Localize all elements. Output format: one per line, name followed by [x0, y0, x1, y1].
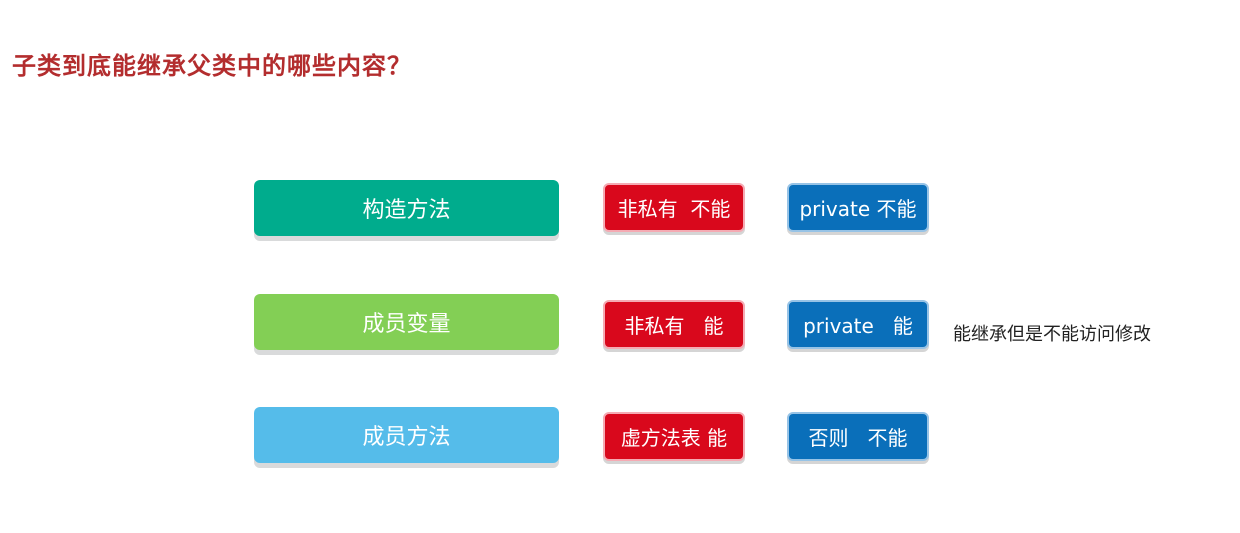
otherwise-method-label: 否则 不能 [787, 412, 929, 461]
private-variable-label: private 能 [787, 300, 929, 349]
private-constructor-label: private 不能 [787, 183, 929, 232]
private-variable-note: 能继承但是不能访问修改 [953, 324, 1151, 345]
non-private-variable-label: 非私有 能 [603, 300, 745, 349]
non-private-constructor-label: 非私有 不能 [603, 183, 745, 232]
page-title: 子类到底能继承父类中的哪些内容？ [12, 52, 412, 80]
category-member-variable: 成员变量 [254, 294, 559, 350]
category-constructor: 构造方法 [254, 180, 559, 236]
category-member-method: 成员方法 [254, 407, 559, 463]
virtual-method-table-label: 虚方法表 能 [603, 412, 745, 461]
